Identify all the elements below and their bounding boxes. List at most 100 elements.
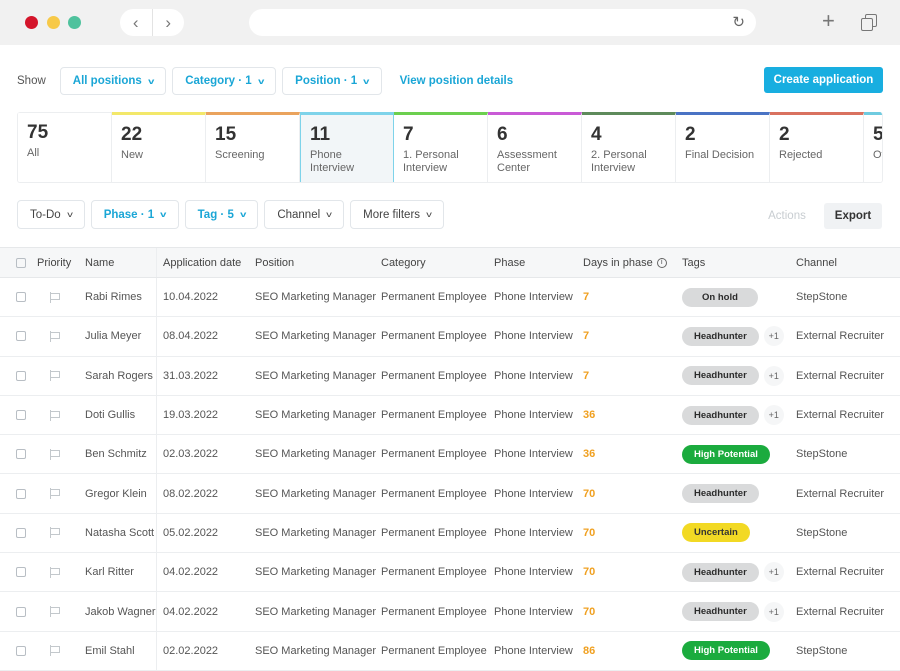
phase-tab-screening[interactable]: 15 Screening bbox=[206, 112, 300, 182]
row-checkbox[interactable] bbox=[16, 449, 26, 460]
flag-icon[interactable] bbox=[50, 566, 60, 578]
select-all-checkbox[interactable] bbox=[16, 257, 26, 268]
tag-badge[interactable]: Headhunter bbox=[682, 366, 759, 386]
table-row[interactable]: Emil Stahl 02.02.2022 SEO Marketing Manage… bbox=[0, 631, 900, 671]
view-position-details-link[interactable]: View position details bbox=[400, 75, 514, 87]
column-header-tags[interactable]: Tags bbox=[682, 248, 705, 277]
column-header-priority[interactable]: Priority bbox=[37, 248, 71, 277]
maximize-window-button[interactable] bbox=[68, 16, 81, 29]
position-filter-dropdown[interactable]: Category · 1 v bbox=[172, 67, 277, 95]
flag-icon[interactable] bbox=[50, 448, 60, 460]
flag-icon[interactable] bbox=[50, 606, 60, 618]
phase-tab-rejected[interactable]: 2 Rejected bbox=[770, 112, 864, 182]
row-checkbox[interactable] bbox=[16, 527, 26, 538]
row-checkbox[interactable] bbox=[16, 410, 26, 421]
position-filter-dropdown[interactable]: All positions v bbox=[59, 67, 167, 95]
table-row[interactable]: Jakob Wagner 04.02.2022 SEO Marketing Mana… bbox=[0, 592, 900, 632]
dropdown-label: Category · 1 bbox=[185, 75, 252, 87]
name-cell[interactable]: Gregor Klein bbox=[85, 474, 147, 512]
row-checkbox[interactable] bbox=[16, 488, 26, 499]
column-header-phase[interactable]: Phase bbox=[494, 248, 525, 277]
flag-icon[interactable] bbox=[50, 645, 60, 657]
minimize-window-button[interactable] bbox=[47, 16, 60, 29]
tag-badge[interactable]: Uncertain bbox=[682, 523, 750, 543]
new-tab-icon[interactable]: + bbox=[822, 9, 835, 33]
row-checkbox[interactable] bbox=[16, 331, 26, 342]
flag-icon[interactable] bbox=[50, 291, 60, 303]
name-cell[interactable]: Doti Gullis bbox=[85, 396, 135, 434]
flag-icon[interactable] bbox=[50, 370, 60, 382]
phase-tab-offer[interactable]: 5 Offer bbox=[864, 112, 882, 182]
filter-dropdown-tag-5[interactable]: Tag · 5 v bbox=[184, 200, 259, 229]
column-header-application-date[interactable]: Application date bbox=[163, 248, 241, 277]
category-cell: Permanent Employee bbox=[381, 566, 487, 579]
close-window-button[interactable] bbox=[25, 16, 38, 29]
column-header-category[interactable]: Category bbox=[381, 248, 426, 277]
tag-badge[interactable]: High Potential bbox=[682, 444, 770, 464]
table-row[interactable]: Julia Meyer 08.04.2022 SEO Marketing Manag… bbox=[0, 317, 900, 357]
more-tags-badge[interactable]: +1 bbox=[763, 405, 784, 426]
create-application-button[interactable]: Create application bbox=[764, 67, 883, 93]
row-checkbox[interactable] bbox=[16, 292, 26, 303]
tag-badge[interactable]: Headhunter bbox=[682, 484, 759, 504]
phase-tab-all[interactable]: 75 All bbox=[18, 112, 112, 182]
actions-button[interactable]: Actions bbox=[756, 203, 818, 229]
tabs-overview-icon[interactable] bbox=[861, 14, 877, 31]
name-cell[interactable]: Jakob Wagner bbox=[85, 592, 156, 630]
phase-tab-phone-interview[interactable]: 11 Phone Interview bbox=[300, 112, 394, 182]
reload-icon[interactable]: ↻ bbox=[732, 13, 745, 31]
name-cell[interactable]: Karl Ritter bbox=[85, 553, 134, 591]
table-row[interactable]: Gregor Klein 08.02.2022 SEO Marketing Mana… bbox=[0, 474, 900, 514]
row-checkbox[interactable] bbox=[16, 645, 26, 656]
name-cell[interactable]: Emil Stahl bbox=[85, 632, 135, 670]
table-row[interactable]: Rabi Rimes 10.04.2022 SEO Marketing Manage… bbox=[0, 278, 900, 318]
filter-dropdown-channel[interactable]: Channel v bbox=[264, 200, 345, 229]
tag-badge[interactable]: Headhunter bbox=[682, 602, 759, 622]
tag-badge[interactable]: Headhunter bbox=[682, 405, 759, 425]
address-bar[interactable]: ↻ bbox=[249, 9, 756, 36]
tag-badge[interactable]: High Potential bbox=[682, 641, 770, 661]
flag-icon[interactable] bbox=[50, 488, 60, 500]
filter-dropdown-more-filters[interactable]: More filters v bbox=[350, 200, 445, 229]
table-row[interactable]: Doti Gullis 19.03.2022 SEO Marketing Manag… bbox=[0, 395, 900, 436]
flag-icon[interactable] bbox=[50, 409, 60, 421]
tag-badge[interactable]: Headhunter bbox=[682, 562, 759, 582]
table-row[interactable]: Natasha Scott 05.02.2022 SEO Marketing Man… bbox=[0, 513, 900, 554]
table-row[interactable]: Sarah Rogers 31.03.2022 SEO Marketing Mana… bbox=[0, 356, 900, 396]
flag-icon[interactable] bbox=[50, 330, 60, 342]
flag-icon[interactable] bbox=[50, 527, 60, 539]
phase-tab-assessment-center[interactable]: 6 Assessment Center bbox=[488, 112, 582, 182]
position-filter-dropdown[interactable]: Position · 1 v bbox=[282, 67, 382, 95]
filter-dropdown-to-do[interactable]: To-Do v bbox=[17, 200, 85, 229]
row-checkbox[interactable] bbox=[16, 567, 26, 578]
export-button[interactable]: Export bbox=[824, 203, 882, 229]
column-header-position[interactable]: Position bbox=[255, 248, 294, 277]
name-cell[interactable]: Natasha Scott bbox=[85, 514, 154, 552]
phase-tab-1-personal-interview[interactable]: 7 1. Personal Interview bbox=[394, 112, 488, 182]
phase-tab-2-personal-interview[interactable]: 4 2. Personal Interview bbox=[582, 112, 676, 182]
row-checkbox[interactable] bbox=[16, 370, 26, 381]
more-tags-badge[interactable]: +1 bbox=[763, 562, 784, 583]
name-cell[interactable]: Julia Meyer bbox=[85, 317, 141, 355]
table-row[interactable]: Ben Schmitz 02.03.2022 SEO Marketing Manag… bbox=[0, 435, 900, 475]
tag-badge[interactable]: On hold bbox=[682, 287, 758, 307]
tag-badge[interactable]: Headhunter bbox=[682, 326, 759, 346]
more-tags-badge[interactable]: +1 bbox=[763, 601, 784, 622]
more-tags-badge[interactable]: +1 bbox=[763, 365, 784, 386]
info-icon[interactable]: i bbox=[656, 257, 667, 268]
column-header-name[interactable]: Name bbox=[85, 248, 114, 277]
column-header-channel[interactable]: Channel bbox=[796, 248, 837, 277]
back-icon[interactable]: ‹ bbox=[120, 9, 153, 36]
phase-label: Assessment Center bbox=[497, 149, 557, 174]
name-cell[interactable]: Rabi Rimes bbox=[85, 278, 142, 316]
table-row[interactable]: Karl Ritter 04.02.2022 SEO Marketing Manag… bbox=[0, 553, 900, 593]
more-tags-badge[interactable]: +1 bbox=[763, 326, 784, 347]
filter-dropdown-phase-1[interactable]: Phase · 1 v bbox=[90, 200, 179, 229]
row-checkbox[interactable] bbox=[16, 606, 26, 617]
name-cell[interactable]: Sarah Rogers bbox=[85, 357, 153, 395]
forward-icon[interactable]: › bbox=[153, 9, 185, 36]
column-header-days-in-phase[interactable]: Days in phase i bbox=[583, 248, 667, 277]
name-cell[interactable]: Ben Schmitz bbox=[85, 435, 147, 473]
phase-tab-final-decision[interactable]: 2 Final Decision bbox=[676, 112, 770, 182]
phase-tab-new[interactable]: 22 New bbox=[112, 112, 206, 182]
